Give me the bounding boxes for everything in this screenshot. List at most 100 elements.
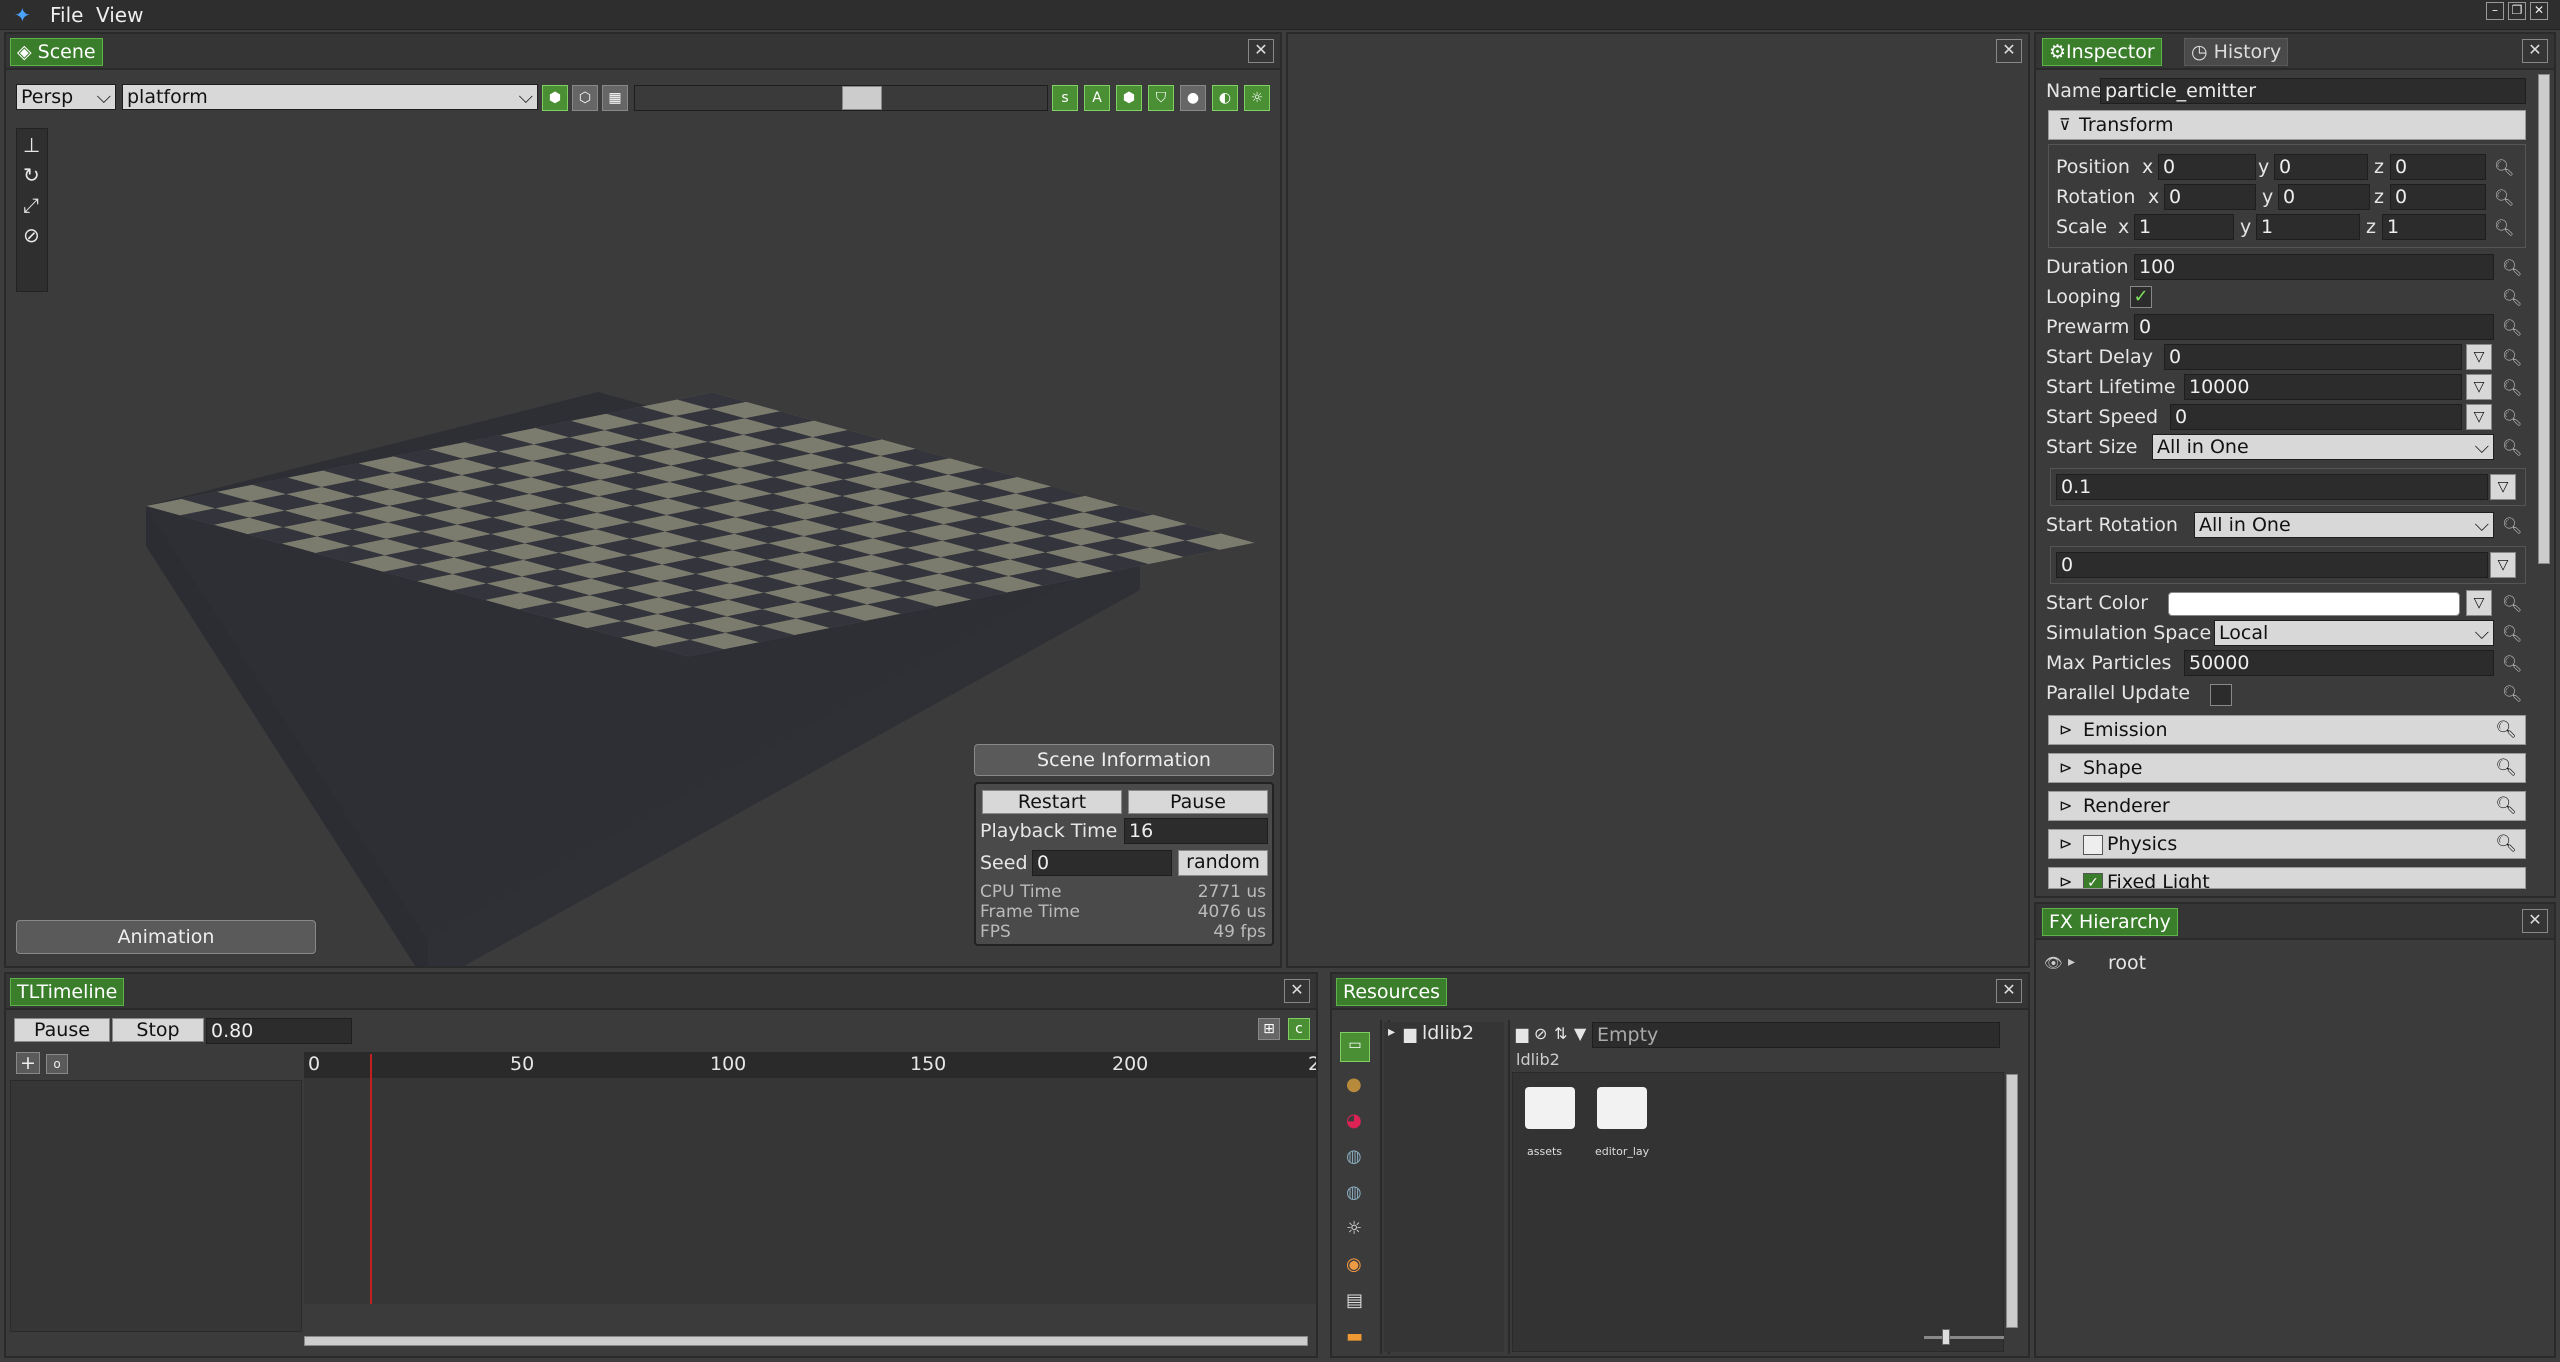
search-icon[interactable]: 🔍︎ — [2502, 684, 2522, 703]
rotation-z-input[interactable]: 0 — [2390, 184, 2486, 210]
start-size-mode-select[interactable]: All in One ⌵ — [2152, 434, 2494, 460]
hierarchy-root[interactable]: root — [2108, 952, 2146, 974]
tree-root[interactable]: ldlib2 — [1422, 1022, 1474, 1044]
search-icon[interactable]: 🔍︎ — [2495, 792, 2517, 820]
rotation-y-input[interactable]: 0 — [2278, 184, 2370, 210]
texture-icon[interactable]: ◕ — [1346, 1110, 1362, 1131]
start-speed-input[interactable]: 0 — [2170, 404, 2462, 430]
max-particles-input[interactable]: 50000 — [2184, 650, 2494, 676]
random-seed-button[interactable]: random — [1178, 850, 1268, 876]
renderer-section[interactable]: ⊳ Renderer 🔍︎ — [2048, 791, 2526, 821]
fixed-light-checkbox[interactable]: ✓ — [2083, 873, 2103, 888]
scale-z-input[interactable]: 1 — [2382, 214, 2486, 240]
expand-icon[interactable]: ▸ — [2068, 954, 2075, 970]
close-timeline-icon[interactable]: ✕ — [1284, 979, 1310, 1003]
search-icon[interactable]: 🔍︎ — [2502, 348, 2522, 367]
resources-search-input[interactable]: Empty — [1592, 1022, 2000, 1048]
scale-x-input[interactable]: 1 — [2134, 214, 2234, 240]
parallel-update-checkbox[interactable] — [2210, 684, 2232, 706]
color-icon[interactable]: ◉ — [1346, 1254, 1362, 1275]
filter-icon[interactable]: ▼ — [1574, 1024, 1586, 1043]
start-lifetime-input[interactable]: 10000 — [2184, 374, 2462, 400]
search-icon[interactable]: 🔍︎ — [2494, 188, 2514, 207]
inspector-scrollbar[interactable] — [2538, 74, 2550, 564]
timeline-stop-button[interactable]: Stop — [112, 1018, 204, 1042]
search-icon[interactable]: 🔍︎ — [2502, 258, 2522, 277]
folder-category-icon[interactable]: ▭ — [1340, 1032, 1370, 1062]
start-size-input[interactable]: 0.1 — [2056, 474, 2488, 500]
chevron-down-icon[interactable]: ▽ — [2466, 344, 2492, 370]
tab-inspector[interactable]: ⚙Inspector — [2042, 38, 2162, 66]
chevron-down-icon[interactable]: ▽ — [2490, 552, 2516, 578]
tab-scene[interactable]: ◈ Scene — [10, 38, 103, 66]
model-icon[interactable]: ◍ — [1346, 1182, 1362, 1203]
menu-file[interactable]: File — [50, 3, 83, 27]
close-inspector-icon[interactable]: ✕ — [2522, 39, 2548, 63]
search-icon[interactable]: 🔍︎ — [2502, 624, 2522, 643]
search-icon[interactable]: 🔍︎ — [2502, 408, 2522, 427]
tab-resources[interactable]: Resources — [1336, 978, 1448, 1006]
search-icon[interactable]: 🔍︎ — [2495, 830, 2517, 858]
folder-icon[interactable] — [1525, 1087, 1575, 1129]
playback-time-input[interactable]: 16 — [1124, 818, 1268, 844]
restart-button[interactable]: Restart — [982, 790, 1122, 814]
chevron-down-icon[interactable]: ▽ — [2466, 590, 2492, 616]
animation-button[interactable]: Animation — [16, 920, 316, 954]
scale-y-input[interactable]: 1 — [2256, 214, 2360, 240]
search-icon[interactable]: 🔍︎ — [2502, 288, 2522, 307]
prewarm-input[interactable]: 0 — [2134, 314, 2494, 340]
tab-fx-hierarchy[interactable]: FX Hierarchy — [2042, 908, 2178, 936]
search-icon[interactable]: 🔍︎ — [2502, 594, 2522, 613]
sort-icon[interactable]: ⇅ — [1554, 1024, 1567, 1043]
emission-section[interactable]: ⊳ Emission 🔍︎ — [2048, 715, 2526, 745]
search-icon[interactable]: 🔍︎ — [2495, 716, 2517, 744]
position-x-input[interactable]: 0 — [2158, 154, 2256, 180]
position-z-input[interactable]: 0 — [2390, 154, 2486, 180]
fixed-light-section[interactable]: ⊳ ✓ Fixed Light — [2048, 867, 2526, 889]
shape-section[interactable]: ⊳ Shape 🔍︎ — [2048, 753, 2526, 783]
search-icon[interactable]: 🔍︎ — [2502, 516, 2522, 535]
add-track-button[interactable]: + — [16, 1052, 40, 1074]
folder-icon[interactable] — [1597, 1087, 1647, 1129]
material-icon[interactable]: ● — [1346, 1074, 1362, 1095]
maximize-icon[interactable]: ❐ — [2508, 2, 2526, 20]
search-icon[interactable]: 🔍︎ — [2502, 318, 2522, 337]
close-window-icon[interactable]: ✕ — [2530, 2, 2548, 20]
gradient-icon[interactable]: ▤ — [1346, 1290, 1363, 1311]
timeline-h-scrollbar[interactable] — [304, 1336, 1308, 1346]
start-color-swatch[interactable] — [2168, 592, 2460, 616]
search-icon[interactable]: 🔍︎ — [2495, 754, 2517, 782]
close-resources-icon[interactable]: ✕ — [1996, 979, 2022, 1003]
search-icon[interactable]: 🔍︎ — [2502, 438, 2522, 457]
chevron-down-icon[interactable]: ▽ — [2466, 404, 2492, 430]
position-y-input[interactable]: 0 — [2274, 154, 2368, 180]
close-hierarchy-icon[interactable]: ✕ — [2522, 909, 2548, 933]
physics-checkbox[interactable] — [2083, 835, 2103, 855]
palette-icon[interactable]: ▬ — [1346, 1326, 1363, 1347]
scene-information-header[interactable]: Scene Information — [974, 744, 1274, 776]
start-rotation-mode-select[interactable]: All in One ⌵ — [2194, 512, 2494, 538]
resources-v-scrollbar[interactable] — [2006, 1074, 2018, 1328]
rotation-x-input[interactable]: 0 — [2164, 184, 2256, 210]
eye-icon[interactable]: 👁︎ — [2044, 954, 2063, 972]
start-rotation-input[interactable]: 0 — [2056, 552, 2488, 578]
menu-view[interactable]: View — [96, 3, 143, 27]
seed-input[interactable]: 0 — [1032, 850, 1172, 876]
search-icon[interactable]: 🔍︎ — [2494, 158, 2514, 177]
transform-section[interactable]: ⊽ Transform — [2048, 110, 2526, 140]
track-option-button[interactable]: o — [46, 1054, 68, 1074]
close-scene-icon[interactable]: ✕ — [1248, 39, 1274, 63]
start-delay-input[interactable]: 0 — [2164, 344, 2462, 370]
expand-icon[interactable]: ▸ — [1388, 1024, 1395, 1040]
hide-icon[interactable]: ⊘ — [1534, 1024, 1547, 1043]
pause-scene-button[interactable]: Pause — [1128, 790, 1268, 814]
minimize-icon[interactable]: – — [2486, 2, 2504, 20]
folder-icon[interactable]: ▆ — [1516, 1024, 1528, 1043]
zoom-slider-track[interactable] — [1924, 1336, 2004, 1339]
fit-view-icon[interactable]: ⊞ — [1258, 1018, 1280, 1040]
name-input[interactable]: particle_emitter — [2100, 78, 2526, 104]
search-icon[interactable]: 🔍︎ — [2502, 378, 2522, 397]
simulation-space-select[interactable]: Local ⌵ — [2214, 620, 2494, 646]
timeline-ruler[interactable]: 0 50 100 150 200 25 — [304, 1052, 1316, 1078]
playhead[interactable] — [370, 1054, 372, 1304]
